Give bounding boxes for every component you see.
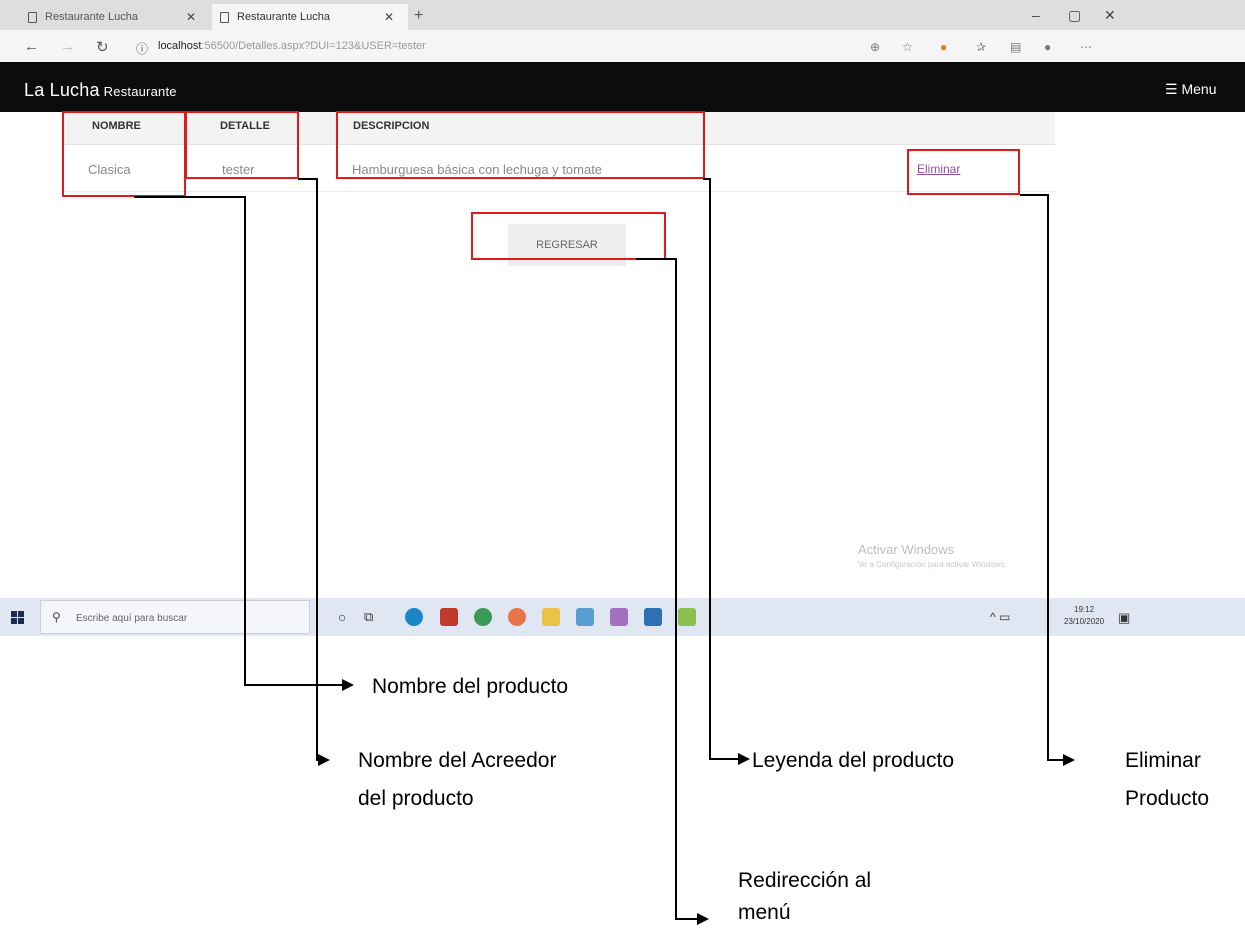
annotation-redireccion-line2: menú (738, 901, 791, 924)
annotation-eliminar-line2: Producto (1125, 787, 1210, 810)
annotation-redireccion-line1: Redirección al (738, 869, 872, 892)
connector-detalle (298, 178, 322, 761)
annotation-connectors (134, 178, 1075, 925)
annotation-nombre: Nombre del producto (372, 675, 569, 698)
connector-regresar (636, 258, 697, 920)
arrowhead-regresar (697, 913, 709, 925)
annotation-acreedor-line1: Nombre del Acreedor (358, 749, 557, 772)
arrowhead-detalle (318, 754, 330, 766)
annotation-eliminar-line1: Eliminar (1125, 749, 1201, 772)
annotation-acreedor-line2: del producto (358, 787, 474, 810)
connector-nombre (134, 196, 342, 686)
arrowhead-descripcion (738, 753, 750, 765)
arrowhead-eliminar (1063, 754, 1075, 766)
annotation-leyenda: Leyenda del producto (752, 749, 954, 772)
connector-descripcion (703, 178, 738, 760)
connector-eliminar (1020, 194, 1063, 761)
arrowhead-nombre (342, 679, 354, 691)
